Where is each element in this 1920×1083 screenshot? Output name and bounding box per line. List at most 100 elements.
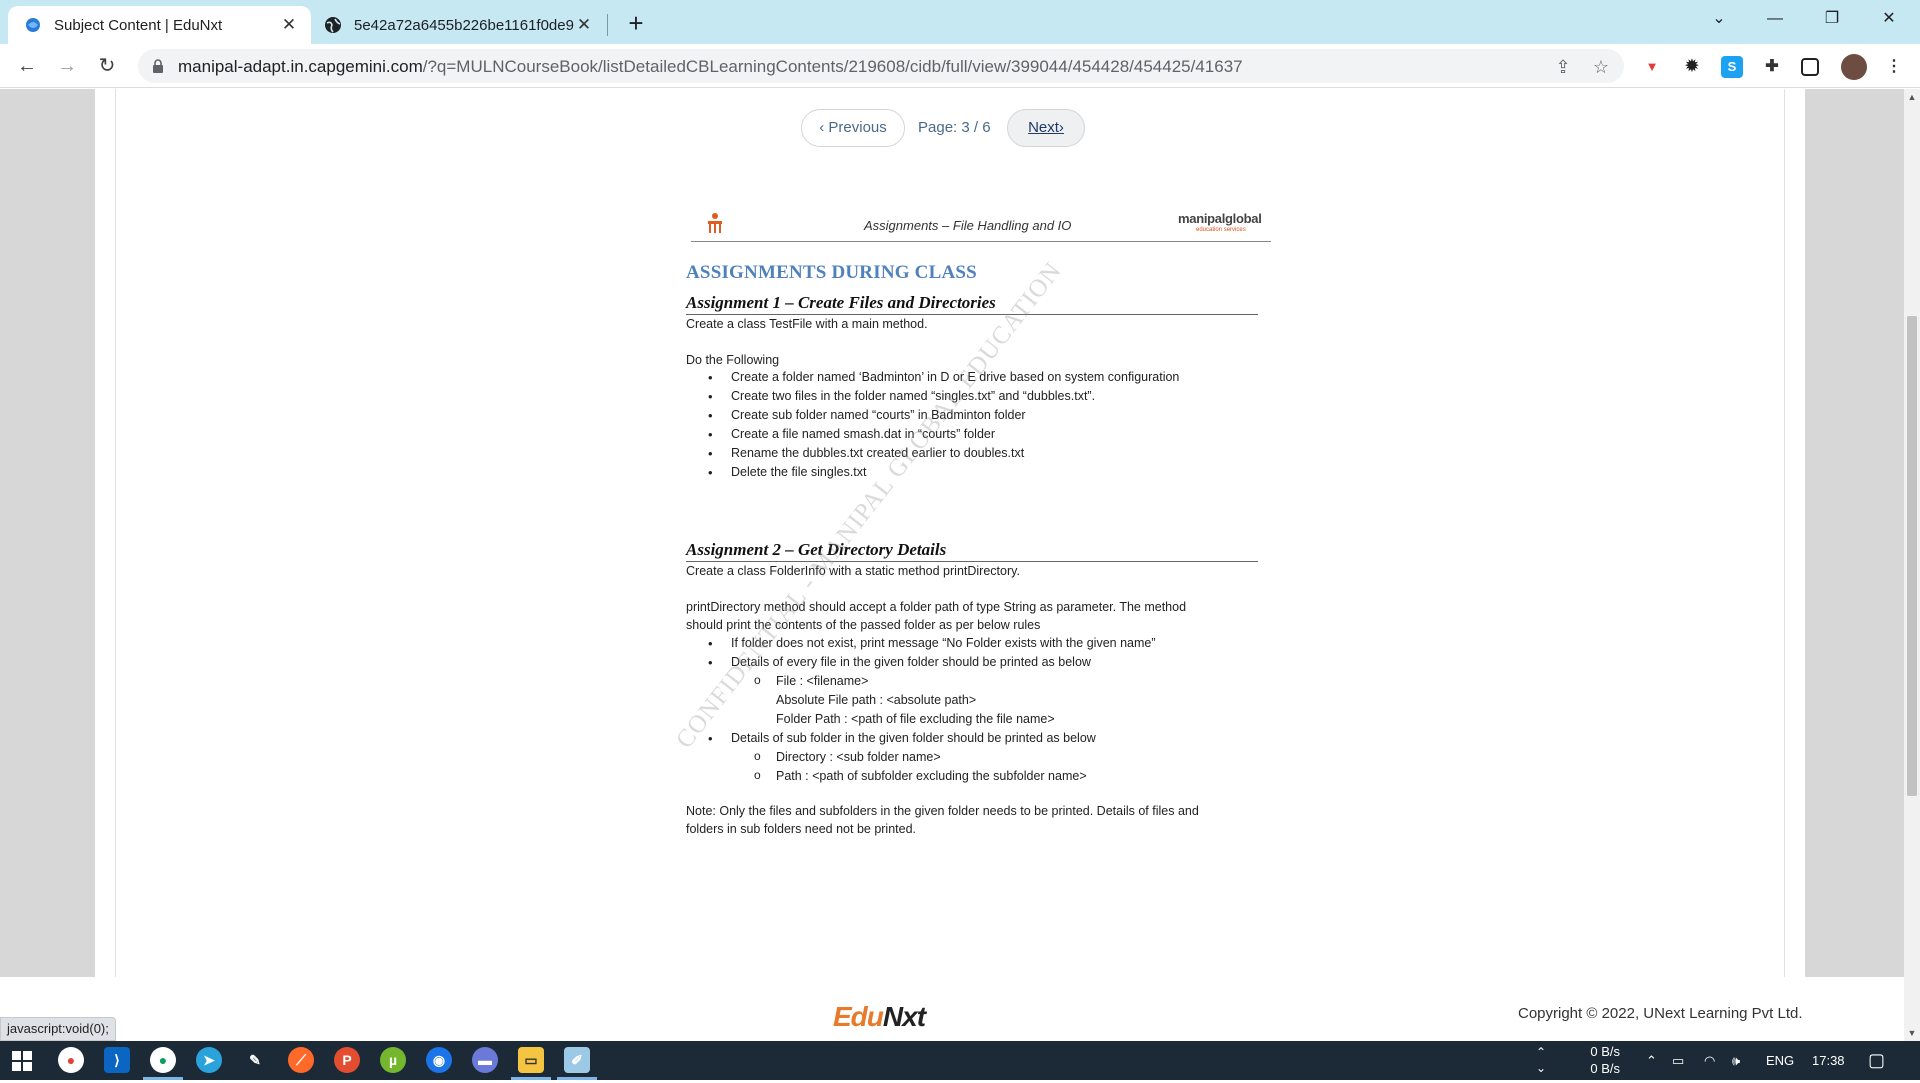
sub-list-item: File : <filename> (731, 671, 1156, 691)
url-path: /?q=MULNCourseBook/listDetailedCBLearnin… (422, 57, 1243, 76)
logo-part-n: N (882, 1001, 903, 1032)
section-title: ASSIGNMENTS DURING CLASS (686, 262, 977, 283)
volume-icon[interactable]: 🕪 (1732, 1041, 1740, 1080)
previous-label: Previous (828, 119, 887, 136)
side-panel-icon[interactable] (1801, 58, 1819, 76)
scroll-up-arrow-icon[interactable]: ▲ (1904, 89, 1920, 105)
clock[interactable]: 17:38 (1812, 1041, 1845, 1080)
postman-icon[interactable]: ⟋ (288, 1047, 314, 1073)
edunxt-logo: EduNxt (833, 1001, 926, 1033)
utorrent-icon[interactable]: µ (380, 1047, 406, 1073)
logo-part-edu: Edu (833, 1001, 884, 1032)
manipalglobal-logo: manipalglobal (1178, 211, 1262, 226)
globe-icon (325, 17, 341, 33)
chrome-profile-icon[interactable]: ● (150, 1047, 176, 1073)
s-extension-icon[interactable]: S (1721, 56, 1743, 78)
tab-title: Subject Content | EduNxt (54, 16, 223, 34)
close-tab-icon[interactable]: ✕ (279, 15, 299, 35)
next-page-button[interactable]: Next› (1007, 109, 1085, 147)
edunxt-favicon-icon (26, 18, 40, 32)
tab-subject-content[interactable]: Subject Content | EduNxt ✕ (8, 6, 311, 44)
reload-button[interactable]: ↻ (93, 52, 121, 80)
notepad-icon[interactable]: ✐ (564, 1047, 590, 1073)
document-page: Assignments – File Handling and IO manip… (671, 207, 1371, 967)
status-bar-url: javascript:void(0); (0, 1017, 116, 1041)
net-up: 0 B/s (1590, 1044, 1620, 1059)
restore-button[interactable]: ❐ (1809, 4, 1855, 34)
lock-icon (153, 59, 163, 73)
assignment-2-intro: Create a class FolderInfo with a static … (686, 564, 1020, 578)
browser-toolbar: ← → ↻ manipal-adapt.in.capgemini.com/?q=… (0, 44, 1920, 88)
sub-list-item: Directory : <sub folder name> (731, 747, 1156, 767)
app-icon[interactable]: ▬ (472, 1047, 498, 1073)
network-speed: 0 B/s 0 B/s (1584, 1043, 1620, 1082)
page-viewport: ‹ Previous Page: 3 / 6 Next› Assignments… (0, 89, 1904, 977)
url-text: manipal-adapt.in.capgemini.com/?q=MULNCo… (178, 57, 1243, 77)
assignment-2-title: Assignment 2 – Get Directory Details (686, 540, 1258, 562)
notification-center-icon[interactable]: ▢ (1868, 1041, 1885, 1080)
tab-title: 5e42a72a6455b226be1161f0de9 (354, 16, 574, 34)
address-bar[interactable]: manipal-adapt.in.capgemini.com/?q=MULNCo… (138, 49, 1624, 83)
tab-strip: Subject Content | EduNxt ✕ 5e42a72a6455b… (0, 0, 1920, 44)
app-icon[interactable]: ◉ (426, 1047, 452, 1073)
profile-avatar[interactable] (1841, 54, 1867, 80)
content-frame: ‹ Previous Page: 3 / 6 Next› Assignments… (115, 89, 1785, 977)
share-icon[interactable]: ⇪ (1552, 56, 1574, 78)
page-footer: EduNxt Copyright © 2022, UNext Learning … (0, 977, 1904, 1041)
minimize-button[interactable]: — (1752, 4, 1798, 34)
language-indicator[interactable]: ENG (1766, 1041, 1794, 1080)
sub-list-item: Path : <path of subfolder excluding the … (731, 766, 1156, 786)
windows-taskbar: ● ⟩ ● ➤ ✎ ⟋ P µ ◉ ▬ ▭ ✐ ⌃ ⌄ 0 B/s 0 B/s ⌃… (0, 1041, 1920, 1080)
net-down: 0 B/s (1590, 1061, 1620, 1076)
page-scrollbar[interactable]: ▲ ▼ (1904, 89, 1920, 1041)
chrome-icon[interactable]: ● (58, 1047, 84, 1073)
inkscape-icon[interactable]: ✎ (242, 1047, 268, 1073)
extensions-puzzle-icon[interactable]: ✚ (1761, 56, 1783, 78)
sub-list-item: Folder Path : <path of file excluding th… (776, 712, 1055, 726)
telegram-icon[interactable]: ➤ (196, 1047, 222, 1073)
list-item: If folder does not exist, print message … (708, 634, 1155, 653)
next-label: Next (1028, 119, 1059, 136)
list-item: Details of every file in the given folde… (708, 653, 1156, 672)
wifi-icon[interactable]: ◠ (1704, 1041, 1715, 1080)
pocket-extension-icon[interactable]: ▼ (1641, 56, 1663, 78)
tab-hash-page[interactable]: 5e42a72a6455b226be1161f0de9 ✕ (312, 6, 606, 44)
assignment-2-para-line1: printDirectory method should accept a fo… (686, 600, 1187, 614)
copyright-text: Copyright © 2022, UNext Learning Pvt Ltd… (1518, 1005, 1803, 1022)
assignment-1-intro: Create a class TestFile with a main meth… (686, 317, 928, 331)
tab-search-icon[interactable]: ⌄ (1696, 4, 1742, 34)
list-item: Delete the file singles.txt (708, 463, 1179, 482)
tray-expand-icon[interactable]: ⌃ ⌄ (1536, 1044, 1546, 1083)
scroll-down-arrow-icon[interactable]: ▼ (1904, 1025, 1920, 1041)
list-item: Create a file named smash.dat in “courts… (708, 425, 1179, 444)
assignment-1-lead: Do the Following (686, 353, 780, 367)
content-panel: ‹ Previous Page: 3 / 6 Next› Assignments… (95, 89, 1805, 977)
windows-start-icon[interactable] (12, 1051, 32, 1071)
list-item: Details of sub folder in the given folde… (708, 729, 1156, 748)
document-header: Assignments – File Handling and IO manip… (691, 207, 1271, 242)
scroll-thumb[interactable] (1907, 316, 1917, 796)
vscode-icon[interactable]: ⟩ (104, 1047, 130, 1073)
ninja-extension-icon[interactable]: ✹ (1681, 56, 1703, 78)
bookmark-star-icon[interactable]: ☆ (1590, 56, 1612, 78)
previous-page-button[interactable]: ‹ Previous (801, 109, 905, 147)
manipalglobal-tagline: education services (1196, 227, 1246, 233)
logo-part-xt: xt (902, 1001, 926, 1032)
back-button[interactable]: ← (13, 52, 41, 80)
note-line2: folders in sub folders need not be print… (686, 822, 917, 836)
p-app-icon[interactable]: P (334, 1047, 360, 1073)
manipal-emblem-icon (708, 213, 722, 233)
forward-button[interactable]: → (53, 52, 81, 80)
close-window-button[interactable]: ✕ (1866, 4, 1912, 34)
battery-icon[interactable]: ▭ (1672, 1041, 1684, 1080)
note-line1: Note: Only the files and subfolders in t… (686, 804, 1199, 818)
assignment-2-list: If folder does not exist, print message … (708, 634, 1156, 786)
file-explorer-icon[interactable]: ▭ (518, 1047, 544, 1073)
new-tab-button[interactable]: + (620, 8, 652, 40)
tab-separator (607, 14, 608, 36)
browser-menu-icon[interactable]: ⋮ (1883, 56, 1905, 78)
pagination: ‹ Previous Page: 3 / 6 Next› (116, 109, 1784, 149)
close-tab-icon[interactable]: ✕ (574, 15, 594, 35)
show-hidden-icons-icon[interactable]: ⌃ (1646, 1041, 1657, 1080)
assignment-1-title: Assignment 1 – Create Files and Director… (686, 293, 1258, 315)
